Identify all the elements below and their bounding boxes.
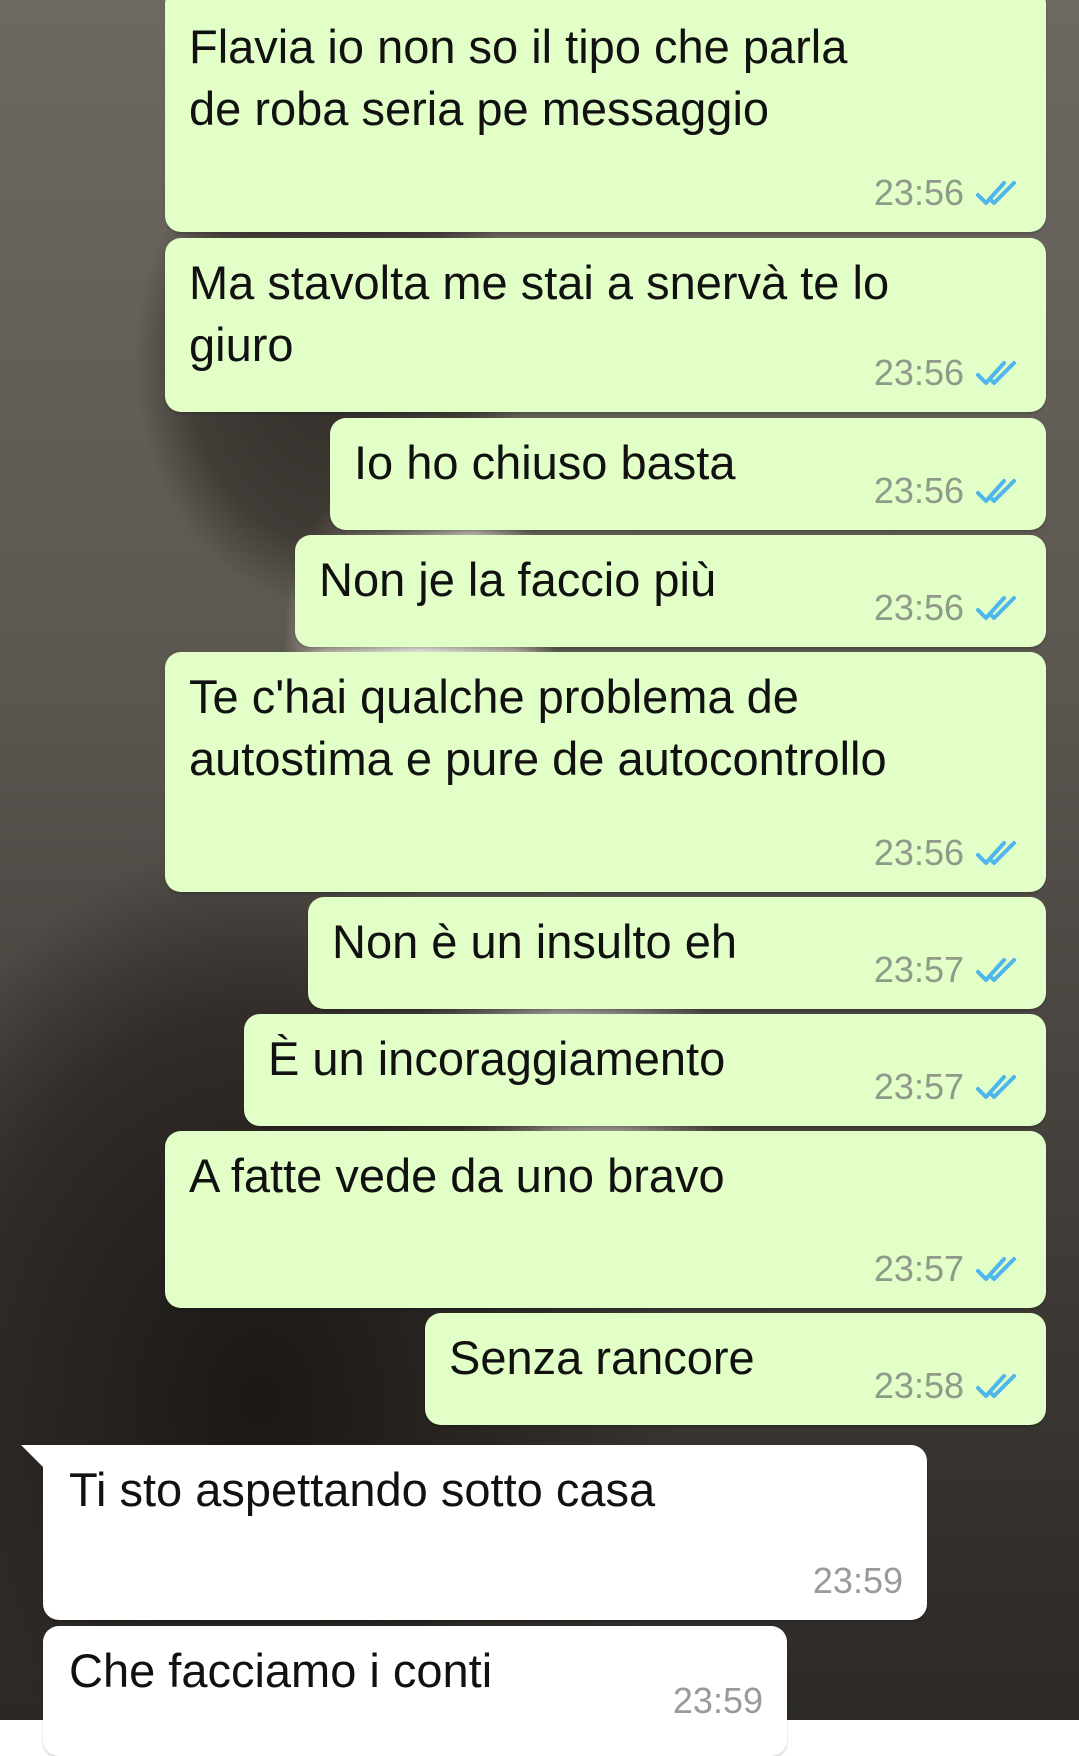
message-text: Flavia io non so il tipo che parla de ro… [189,20,848,135]
message-time: 23:59 [812,1560,903,1601]
message-text: Io ho chiuso basta [354,436,736,489]
message-time: 23:58 [873,1365,964,1406]
message-time: 23:56 [873,352,964,393]
message-time: 23:56 [873,832,964,873]
double-check-icon [976,958,1016,982]
message-meta: 23:56 [874,832,1022,874]
message-time: 23:57 [873,1248,964,1289]
message-bubble-outgoing[interactable]: Senza rancore 23:58 [425,1313,1046,1425]
message-time: 23:59 [672,1680,763,1721]
bubble-tail [21,1445,47,1471]
message-text: È un incoraggiamento [268,1032,726,1085]
message-bubble-outgoing[interactable]: Non è un insulto eh 23:57 [308,897,1046,1009]
message-text: A fatte vede da uno bravo [189,1149,725,1202]
message-text: Ma stavolta me stai a snervà te lo giuro [189,256,890,371]
message-time: 23:57 [873,949,964,990]
message-meta: 23:59 [673,1680,763,1722]
message-bubble-outgoing[interactable]: Te c'hai qualche problema de autostima e… [165,652,1046,892]
double-check-icon [976,479,1016,503]
message-text: Che facciamo i conti [69,1644,493,1697]
message-meta: 23:56 [874,352,1022,394]
message-meta: 23:57 [874,1248,1022,1290]
double-check-icon [976,1374,1016,1398]
double-check-icon [976,181,1016,205]
double-check-icon [976,361,1016,385]
message-meta: 23:56 [874,172,1022,214]
message-bubble-outgoing[interactable]: Io ho chiuso basta 23:56 [330,418,1046,530]
double-check-icon [976,1075,1016,1099]
message-time: 23:56 [873,172,964,213]
message-meta: 23:56 [874,587,1022,629]
message-meta: 23:58 [874,1365,1022,1407]
message-time: 23:57 [873,1066,964,1107]
double-check-icon [976,841,1016,865]
message-time: 23:56 [873,470,964,511]
message-time: 23:56 [873,587,964,628]
message-text: Ti sto aspettando sotto casa [69,1463,656,1516]
message-meta: 23:57 [874,1066,1022,1108]
message-meta: 23:56 [874,470,1022,512]
message-text: Non è un insulto eh [332,915,738,968]
message-bubble-outgoing[interactable]: Non je la faccio più 23:56 [295,535,1046,647]
double-check-icon [976,1257,1016,1281]
message-meta: 23:59 [813,1560,903,1602]
message-text: Senza rancore [449,1331,755,1384]
message-text: Non je la faccio più [319,553,717,606]
message-bubble-outgoing[interactable]: A fatte vede da uno bravo 23:57 [165,1131,1046,1308]
message-bubble-outgoing[interactable]: Ma stavolta me stai a snervà te lo giuro… [165,238,1046,412]
double-check-icon [976,596,1016,620]
message-bubble-outgoing[interactable]: È un incoraggiamento 23:57 [244,1014,1046,1126]
message-text: Te c'hai qualche problema de autostima e… [189,670,887,785]
message-bubble-incoming[interactable]: Ti sto aspettando sotto casa 23:59 [21,1445,927,1620]
message-bubble-incoming[interactable]: Che facciamo i conti 23:59 [43,1626,787,1756]
message-bubble-outgoing[interactable]: Flavia io non so il tipo che parla de ro… [165,0,1046,232]
message-meta: 23:57 [874,949,1022,991]
